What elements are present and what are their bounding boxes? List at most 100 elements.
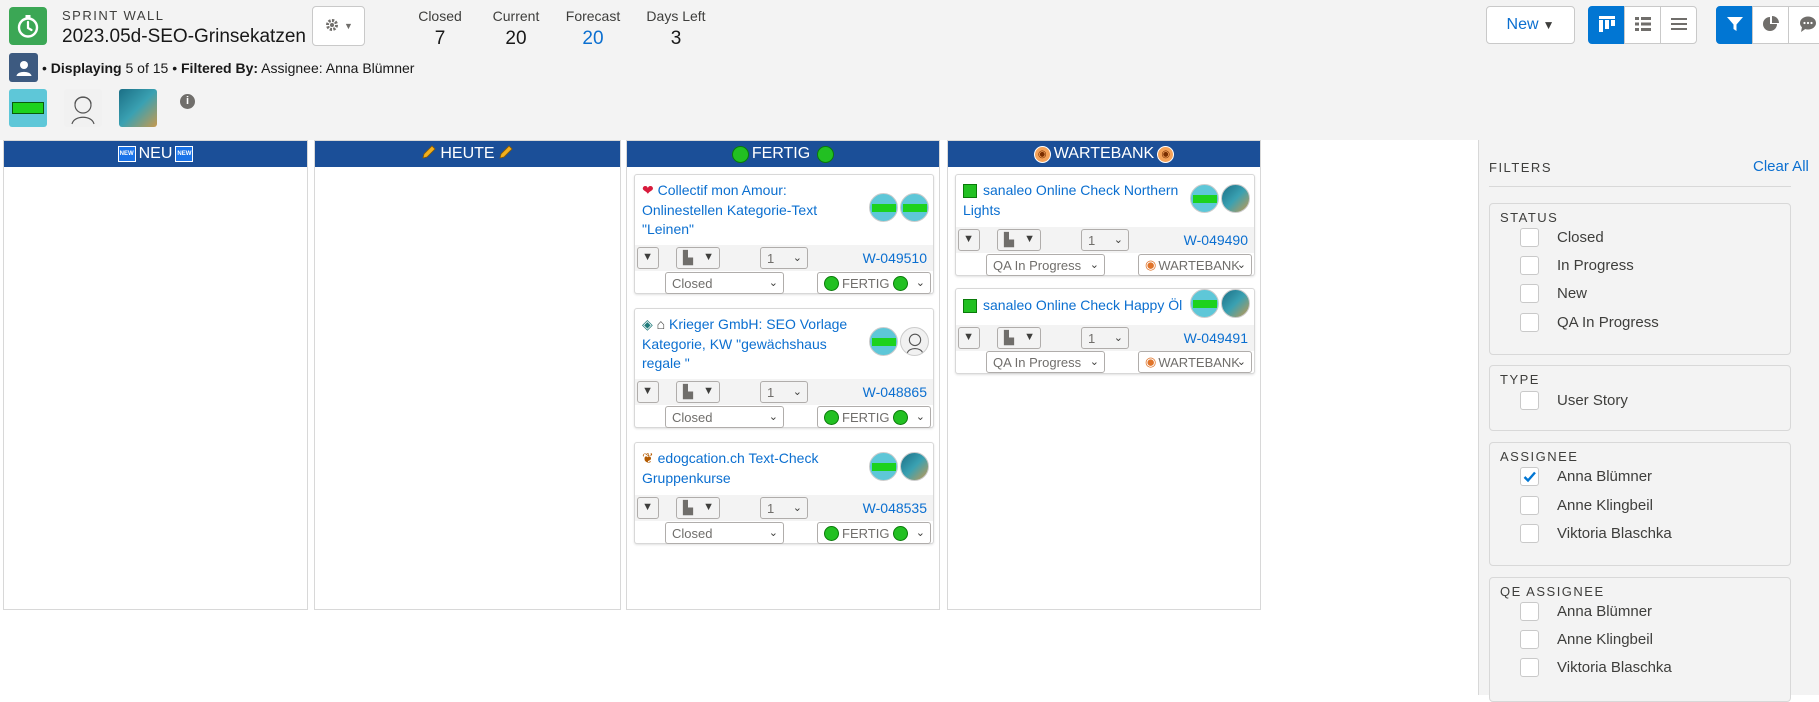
work-id-link[interactable]: W-049510	[863, 250, 927, 266]
column-header: HEUTE	[315, 141, 620, 167]
card-title[interactable]: ❦ edogcation.ch Text-Check Gruppenkurse	[642, 449, 862, 488]
list-view-button[interactable]	[1660, 6, 1697, 44]
card-title-text[interactable]: Krieger GmbH: SEO Vorlage Kategorie, KW …	[642, 316, 847, 371]
filter-option[interactable]: In Progress	[1520, 256, 1634, 275]
avatar[interactable]	[1190, 289, 1219, 318]
card-menu-toggle[interactable]: ▼	[637, 497, 659, 519]
filter-option[interactable]: Viktoria Blaschka	[1520, 524, 1672, 543]
work-card[interactable]: ❦ edogcation.ch Text-Check Gruppenkurse …	[634, 442, 934, 544]
status-select[interactable]: QA In Progress ⌄	[986, 351, 1105, 373]
checkbox[interactable]	[1520, 658, 1539, 677]
filter-option[interactable]: QA In Progress	[1520, 313, 1659, 332]
avatar[interactable]	[9, 89, 47, 127]
story-points-select[interactable]: 1 ⌄	[760, 497, 808, 519]
board-view-button[interactable]	[1588, 6, 1625, 44]
info-icon[interactable]: i	[180, 93, 195, 109]
avatar[interactable]	[900, 193, 929, 222]
story-points-select[interactable]: 1 ⌄	[760, 381, 808, 403]
work-id-link[interactable]: W-049490	[1184, 232, 1248, 248]
chevron-down-icon: ⌄	[915, 527, 925, 539]
story-points-value: 1	[767, 500, 775, 516]
settings-button[interactable]: ▼	[312, 6, 365, 46]
card-title-text[interactable]: sanaleo Online Check Happy Öl	[983, 297, 1182, 313]
avatar[interactable]	[1190, 184, 1219, 213]
card-type-select[interactable]: ▙ ▼	[676, 381, 720, 403]
avatar[interactable]	[1221, 289, 1250, 318]
card-title[interactable]: sanaleo Online Check Happy Öl	[963, 296, 1183, 316]
checkbox[interactable]	[1520, 524, 1539, 543]
card-title-text[interactable]: Collectif mon Amour: Onlinestellen Kateg…	[642, 182, 817, 237]
detail-list-view-button[interactable]	[1624, 6, 1661, 44]
avatar[interactable]	[869, 452, 898, 481]
filter-option[interactable]: Viktoria Blaschka	[1520, 658, 1672, 677]
card-title[interactable]: sanaleo Online Check Northern Lights	[963, 181, 1183, 220]
checkbox[interactable]	[1520, 256, 1539, 275]
story-points-select[interactable]: 1 ⌄	[1081, 229, 1129, 251]
chart-button[interactable]	[1752, 6, 1789, 44]
status-select[interactable]: QA In Progress ⌄	[986, 254, 1105, 276]
avatar[interactable]	[900, 452, 929, 481]
filter-option[interactable]: Anne Klingbeil	[1520, 496, 1653, 515]
card-title[interactable]: ❤ Collectif mon Amour: Onlinestellen Kat…	[642, 181, 862, 240]
card-type-select[interactable]: ▙ ▼	[676, 497, 720, 519]
card-menu-toggle[interactable]: ▼	[637, 381, 659, 403]
chat-button[interactable]	[1788, 6, 1819, 44]
work-card[interactable]: sanaleo Online Check Happy Öl ▼ ▙ ▼ 1 ⌄ W-…	[955, 288, 1255, 374]
avatar[interactable]	[869, 327, 898, 356]
story-points-select[interactable]: 1 ⌄	[1081, 327, 1129, 349]
checkbox[interactable]	[1520, 496, 1539, 515]
checkbox[interactable]	[1520, 602, 1539, 621]
work-card[interactable]: sanaleo Online Check Northern Lights ▼ ▙…	[955, 174, 1255, 276]
avatar[interactable]	[1221, 184, 1250, 213]
checkbox[interactable]	[1520, 630, 1539, 649]
work-id-link[interactable]: W-048865	[863, 384, 927, 400]
chevron-down-icon: ⌄	[1236, 356, 1246, 368]
avatar[interactable]	[900, 327, 929, 356]
card-menu-toggle[interactable]: ▼	[637, 247, 659, 269]
card-menu-toggle[interactable]: ▼	[958, 327, 980, 349]
work-id-link[interactable]: W-049491	[1184, 330, 1248, 346]
avatar[interactable]	[64, 89, 102, 127]
owl-icon: ◉	[1145, 257, 1157, 272]
column-select[interactable]: ◉ WARTEBANK ⌄	[1138, 351, 1252, 373]
view-toggle-group	[1588, 6, 1697, 44]
card-title[interactable]: ◈ ⌂ Krieger GmbH: SEO Vorlage Kategorie,…	[642, 315, 862, 374]
status-select[interactable]: Closed ⌄	[665, 272, 784, 294]
work-card[interactable]: ❤ Collectif mon Amour: Onlinestellen Kat…	[634, 174, 934, 294]
story-points-select[interactable]: 1 ⌄	[760, 247, 808, 269]
column-select[interactable]: FERTIG ⌄	[817, 522, 931, 544]
card-type-select[interactable]: ▙ ▼	[997, 229, 1041, 251]
card-type-select[interactable]: ▙ ▼	[676, 247, 720, 269]
work-id-link[interactable]: W-048535	[863, 500, 927, 516]
filter-option[interactable]: User Story	[1520, 391, 1628, 410]
filter-button[interactable]	[1716, 6, 1753, 44]
checkbox[interactable]	[1520, 228, 1539, 247]
avatar[interactable]	[869, 193, 898, 222]
checkbox[interactable]	[1520, 391, 1539, 410]
column-header: FERTIG	[627, 141, 939, 167]
stat-value[interactable]: 20	[562, 28, 624, 50]
filter-option[interactable]: Closed	[1520, 228, 1604, 247]
green-circle-icon	[731, 145, 749, 163]
column-select[interactable]: FERTIG ⌄	[817, 406, 931, 428]
column-select[interactable]: FERTIG ⌄	[817, 272, 931, 294]
new-button[interactable]: New ▼	[1486, 6, 1575, 44]
card-menu-toggle[interactable]: ▼	[958, 229, 980, 251]
filter-option[interactable]: Anna Blümner	[1520, 467, 1652, 486]
status-select[interactable]: Closed ⌄	[665, 406, 784, 428]
avatar[interactable]	[119, 89, 157, 127]
card-type-select[interactable]: ▙ ▼	[997, 327, 1041, 349]
work-card[interactable]: ◈ ⌂ Krieger GmbH: SEO Vorlage Kategorie,…	[634, 308, 934, 428]
column-select[interactable]: ◉ WARTEBANK ⌄	[1138, 254, 1252, 276]
status-value: Closed	[672, 275, 713, 291]
checkbox[interactable]	[1520, 313, 1539, 332]
checkbox-checked[interactable]	[1520, 467, 1539, 486]
card-title-text[interactable]: sanaleo Online Check Northern Lights	[963, 182, 1178, 218]
filter-option[interactable]: Anne Klingbeil	[1520, 630, 1653, 649]
card-title-text[interactable]: edogcation.ch Text-Check Gruppenkurse	[642, 450, 818, 486]
status-select[interactable]: Closed ⌄	[665, 522, 784, 544]
filter-option[interactable]: New	[1520, 284, 1587, 303]
filter-option[interactable]: Anna Blümner	[1520, 602, 1652, 621]
checkbox[interactable]	[1520, 284, 1539, 303]
clear-all-link[interactable]: Clear All	[1753, 158, 1809, 175]
